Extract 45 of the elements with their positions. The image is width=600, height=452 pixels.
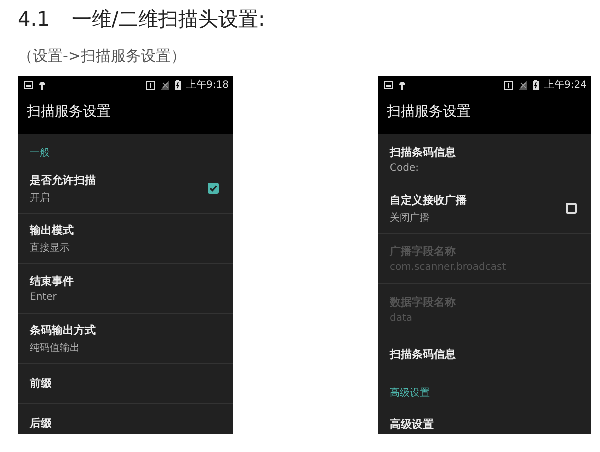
status-time: 上午9:24 — [544, 78, 587, 92]
settings-item[interactable]: 输出模式 直接显示 — [18, 214, 233, 264]
setting-title: 是否允许扫描 — [30, 172, 96, 188]
sim-card-icon — [504, 80, 513, 90]
image-icon — [384, 81, 393, 89]
settings-item[interactable]: 是否允许扫描 开启 — [18, 164, 233, 214]
setting-title: 输出模式 — [30, 222, 74, 238]
setting-summary: 直接显示 — [30, 242, 70, 254]
status-time: 上午9:18 — [186, 78, 229, 92]
checkbox[interactable] — [208, 183, 219, 194]
screen-title: 扫描服务设置 — [26, 103, 112, 121]
setting-summary: 开启 — [30, 192, 50, 204]
settings-item[interactable]: 后缀 — [18, 404, 233, 434]
settings-item[interactable]: 扫描条码信息 Code: — [378, 134, 591, 184]
setting-summary: 关闭广播 — [390, 212, 430, 224]
setting-title: 扫描条码信息 — [390, 346, 456, 362]
settings-item[interactable]: 自定义接收广播 关闭广播 — [378, 184, 591, 234]
setting-title: 条码输出方式 — [30, 322, 96, 338]
settings-item[interactable]: 高级设置 — [378, 404, 591, 434]
image-icon — [24, 81, 33, 89]
setting-title: 后缀 — [30, 416, 52, 431]
setting-summary: Enter — [30, 292, 57, 303]
setting-title: 自定义接收广播 — [390, 192, 467, 208]
no-signal-icon — [160, 80, 169, 90]
settings-item[interactable]: 结束事件 Enter — [18, 264, 233, 314]
battery-icon — [174, 80, 181, 90]
menu-path: （设置->扫描服务设置） — [18, 47, 187, 66]
setting-title: 结束事件 — [30, 274, 74, 289]
checkbox[interactable] — [566, 203, 577, 214]
setting-summary: Code: — [390, 162, 419, 174]
setting-summary: 纯码值输出 — [30, 342, 80, 354]
settings-item[interactable]: 前缀 — [18, 364, 233, 404]
section-header: 一般 — [29, 147, 51, 161]
section-number: 4.1 — [18, 7, 50, 31]
screen-title: 扫描服务设置 — [386, 103, 472, 121]
section-title: 一维/二维扫描头设置: — [72, 6, 266, 33]
no-signal-icon — [518, 80, 527, 90]
settings-item[interactable]: 条码输出方式 纯码值输出 — [18, 314, 233, 364]
battery-icon — [532, 80, 539, 90]
section-header: 高级设置 — [389, 386, 431, 401]
settings-item[interactable]: 扫描条码信息 — [378, 334, 591, 374]
sim-card-icon — [146, 80, 155, 90]
setting-title: 前缀 — [30, 376, 52, 391]
setting-title: 扫描条码信息 — [390, 144, 456, 160]
setting-title: 高级设置 — [390, 416, 434, 432]
